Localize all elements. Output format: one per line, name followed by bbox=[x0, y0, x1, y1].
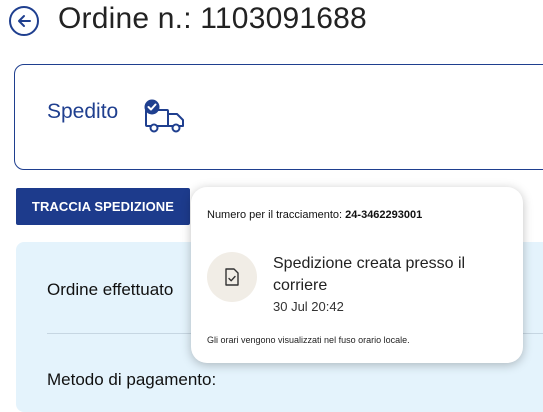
tracking-popover: Numero per il tracciamento: 24-346229300… bbox=[191, 187, 523, 363]
track-shipment-button[interactable]: TRACCIA SPEDIZIONE bbox=[16, 188, 190, 225]
page-title: Ordine n.: 1103091688 bbox=[58, 2, 367, 35]
page-header: Ordine n.: 1103091688 bbox=[0, 0, 543, 46]
tracking-number-value[interactable]: 24-3462293001 bbox=[345, 209, 422, 221]
tracking-event-title: Spedizione creata presso il corriere bbox=[273, 255, 466, 294]
document-check-icon bbox=[225, 268, 239, 286]
tracking-event-time: 30 Jul 20:42 bbox=[273, 299, 344, 314]
order-placed-label: Ordine effettuato bbox=[47, 280, 174, 299]
shipment-status-card: Spedito bbox=[14, 64, 543, 170]
back-button[interactable] bbox=[9, 6, 39, 36]
tracking-number-line: Numero per il tracciamento: 24-346229300… bbox=[207, 209, 422, 221]
status-label: Spedito bbox=[47, 100, 119, 123]
truck-check-icon bbox=[144, 99, 184, 133]
tracking-number-label: Numero per il tracciamento: bbox=[207, 209, 343, 221]
event-icon-badge bbox=[207, 252, 257, 302]
timezone-note: Gli orari vengono visualizzati nel fuso … bbox=[207, 335, 410, 345]
payment-method-label: Metodo di pagamento: bbox=[47, 370, 217, 389]
arrow-left-icon bbox=[18, 15, 31, 27]
